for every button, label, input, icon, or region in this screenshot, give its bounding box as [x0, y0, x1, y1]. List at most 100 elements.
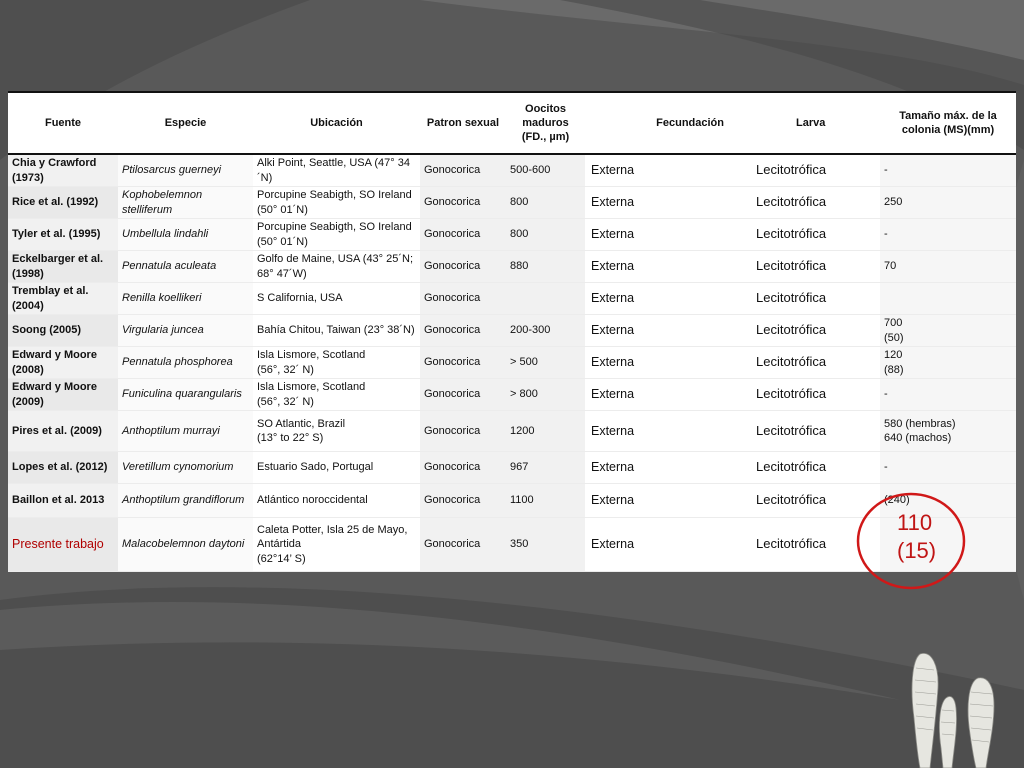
cell-fecundacion: Externa — [585, 379, 748, 410]
cell-ubicacion: Atlántico noroccidental — [253, 484, 420, 517]
cell-especie: Kophobelemnon stelliferum — [118, 187, 253, 218]
cell-ubicacion: Golfo de Maine, USA (43° 25´N; 68° 47´W) — [253, 251, 420, 282]
cell-ubicacion: Bahía Chitou, Taiwan (23° 38´N) — [253, 315, 420, 346]
cell-tamano: - — [880, 379, 1016, 410]
cell-fecundacion: Externa — [585, 484, 748, 517]
table-row: Soong (2005) Virgularia juncea Bahía Chito… — [8, 315, 1016, 347]
cell-oocitos: 350 — [506, 518, 585, 571]
cell-fecundacion: Externa — [585, 251, 748, 282]
cell-fecundacion: Externa — [585, 518, 748, 571]
cell-patron-sexual: Gonocorica — [420, 187, 506, 218]
cell-larva: Lecitotrófica — [748, 187, 880, 218]
cell-fecundacion: Externa — [585, 155, 748, 186]
cell-larva: Lecitotrófica — [748, 219, 880, 250]
cell-ubicacion: Caleta Potter, Isla 25 de Mayo, Antártid… — [253, 518, 420, 571]
cell-fecundacion: Externa — [585, 347, 748, 378]
cell-fuente: Soong (2005) — [8, 315, 118, 346]
cell-oocitos: 800 — [506, 219, 585, 250]
cell-tamano — [880, 283, 1016, 314]
cell-oocitos: 200-300 — [506, 315, 585, 346]
cell-oocitos: 967 — [506, 452, 585, 483]
cell-especie: Pennatula phosphorea — [118, 347, 253, 378]
cell-patron-sexual: Gonocorica — [420, 518, 506, 571]
header-fuente: Fuente — [44, 116, 82, 129]
cell-fuente: Eckelbarger et al. (1998) — [8, 251, 118, 282]
header-ubicacion: Ubicación — [310, 116, 363, 129]
cell-ubicacion: Porcupine Seabigth, SO Ireland (50° 01´N… — [253, 219, 420, 250]
cell-patron-sexual: Gonocorica — [420, 484, 506, 517]
highlight-value: 110 (15) — [897, 509, 936, 565]
highlight-value-line2: (15) — [897, 538, 937, 563]
cell-larva: Lecitotrófica — [748, 347, 880, 378]
cell-tamano: 120 (88) — [880, 347, 1016, 378]
table-row: Tremblay et al. (2004) Renilla koellikeri… — [8, 283, 1016, 315]
cell-fuente: Pires et al. (2009) — [8, 411, 118, 451]
cell-fecundacion: Externa — [585, 452, 748, 483]
cell-tamano: - — [880, 219, 1016, 250]
cell-larva: Lecitotrófica — [748, 452, 880, 483]
cell-ubicacion: Porcupine Seabigth, SO Ireland (50° 01´N… — [253, 187, 420, 218]
cell-patron-sexual: Gonocorica — [420, 411, 506, 451]
table-row: Eckelbarger et al. (1998) Pennatula acule… — [8, 251, 1016, 283]
cell-tamano: 580 (hembras) 640 (machos) — [880, 411, 1016, 451]
table-row: Lopes et al. (2012) Veretillum cynomorium… — [8, 452, 1016, 484]
cell-oocitos — [506, 283, 585, 314]
cell-fuente: Rice et al. (1992) — [8, 187, 118, 218]
cell-ubicacion: Alki Point, Seattle, USA (47° 34´N) — [253, 155, 420, 186]
header-especie: Especie — [164, 116, 207, 129]
cell-fecundacion: Externa — [585, 315, 748, 346]
cell-tamano: 70 — [880, 251, 1016, 282]
table-row: Edward y Moore (2008) Pennatula phosphore… — [8, 347, 1016, 379]
cell-tamano: - — [880, 452, 1016, 483]
cell-fuente: Presente trabajo — [8, 518, 118, 571]
cell-especie: Anthoptilum murrayi — [118, 411, 253, 451]
cell-oocitos: 880 — [506, 251, 585, 282]
cell-patron-sexual: Gonocorica — [420, 379, 506, 410]
cell-tamano: - — [880, 155, 1016, 186]
header-oocitos: Oocitos maduros (FD., µm) — [521, 102, 570, 144]
cell-patron-sexual: Gonocorica — [420, 155, 506, 186]
cell-fecundacion: Externa — [585, 411, 748, 451]
cell-especie: Malacobelemnon daytoni — [118, 518, 253, 571]
cell-oocitos: > 800 — [506, 379, 585, 410]
cell-tamano: 700 (50) — [880, 315, 1016, 346]
cell-especie: Anthoptilum grandiflorum — [118, 484, 253, 517]
cell-fuente: Edward y Moore (2009) — [8, 379, 118, 410]
cell-larva: Lecitotrófica — [748, 315, 880, 346]
cell-ubicacion: S California, USA — [253, 283, 420, 314]
cell-fecundacion: Externa — [585, 219, 748, 250]
cell-fuente: Baillon et al. 2013 — [8, 484, 118, 517]
cell-larva: Lecitotrófica — [748, 283, 880, 314]
header-larva: Larva — [796, 116, 826, 129]
cell-patron-sexual: Gonocorica — [420, 347, 506, 378]
cell-especie: Veretillum cynomorium — [118, 452, 253, 483]
cell-fuente: Lopes et al. (2012) — [8, 452, 118, 483]
cell-ubicacion: Isla Lismore, Scotland (56°, 32´ N) — [253, 347, 420, 378]
cell-oocitos: 800 — [506, 187, 585, 218]
table-row: Tyler et al. (1995) Umbellula lindahli Por… — [8, 219, 1016, 251]
cell-oocitos: 500-600 — [506, 155, 585, 186]
cell-especie: Umbellula lindahli — [118, 219, 253, 250]
cell-ubicacion: Estuario Sado, Portugal — [253, 452, 420, 483]
cell-oocitos: 1200 — [506, 411, 585, 451]
sea-pen-illustration — [911, 653, 995, 768]
cell-fuente: Tyler et al. (1995) — [8, 219, 118, 250]
cell-patron-sexual: Gonocorica — [420, 219, 506, 250]
highlight-value-line1: 110 — [897, 510, 933, 535]
table-row: Rice et al. (1992) Kophobelemnon stellife… — [8, 187, 1016, 219]
cell-larva: Lecitotrófica — [748, 379, 880, 410]
cell-especie: Ptilosarcus guerneyi — [118, 155, 253, 186]
cell-fuente: Edward y Moore (2008) — [8, 347, 118, 378]
cell-oocitos: 1100 — [506, 484, 585, 517]
cell-especie: Renilla koellikeri — [118, 283, 253, 314]
table-row: Chia y Crawford (1973) Ptilosarcus guerne… — [8, 155, 1016, 187]
cell-oocitos: > 500 — [506, 347, 585, 378]
table-header-row: Fuente Especie Ubicación Patron sexual O… — [8, 93, 1016, 155]
cell-especie: Funiculina quarangularis — [118, 379, 253, 410]
cell-fecundacion: Externa — [585, 187, 748, 218]
cell-fuente: Chia y Crawford (1973) — [8, 155, 118, 186]
table-row: Pires et al. (2009) Anthoptilum murrayi SO… — [8, 411, 1016, 452]
cell-patron-sexual: Gonocorica — [420, 315, 506, 346]
cell-larva: Lecitotrófica — [748, 411, 880, 451]
cell-fecundacion: Externa — [585, 283, 748, 314]
